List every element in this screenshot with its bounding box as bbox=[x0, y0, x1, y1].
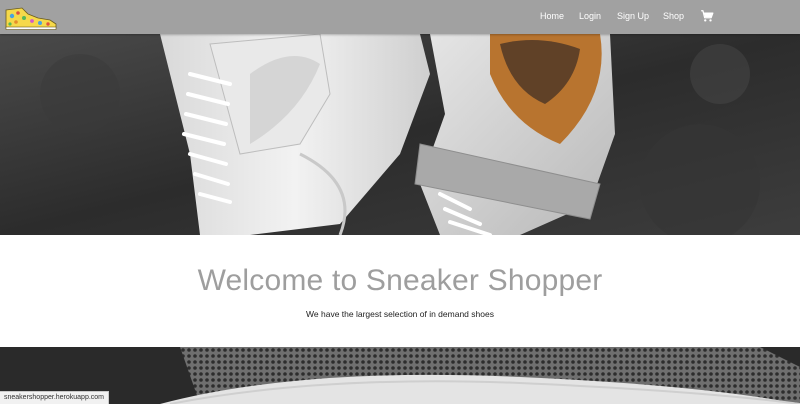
banner-image bbox=[0, 347, 800, 404]
status-bar-url: sneakershopper.herokuapp.com bbox=[0, 391, 110, 404]
nav-home-link[interactable]: Home bbox=[540, 10, 564, 22]
welcome-title: Welcome to Sneaker Shopper bbox=[197, 264, 603, 297]
hero-image bbox=[0, 34, 800, 235]
nav-shop-link[interactable]: Shop bbox=[663, 10, 684, 22]
navbar: Home Login Sign Up Shop bbox=[0, 0, 800, 34]
shopping-cart-icon[interactable] bbox=[700, 9, 714, 23]
nav-links: Home Login Sign Up Shop bbox=[0, 0, 800, 34]
nav-signup-link[interactable]: Sign Up bbox=[617, 10, 649, 22]
welcome-section: Welcome to Sneaker Shopper We have the l… bbox=[0, 235, 800, 347]
nav-login-link[interactable]: Login bbox=[579, 10, 601, 22]
welcome-subtitle: We have the largest selection of in dema… bbox=[306, 309, 494, 319]
